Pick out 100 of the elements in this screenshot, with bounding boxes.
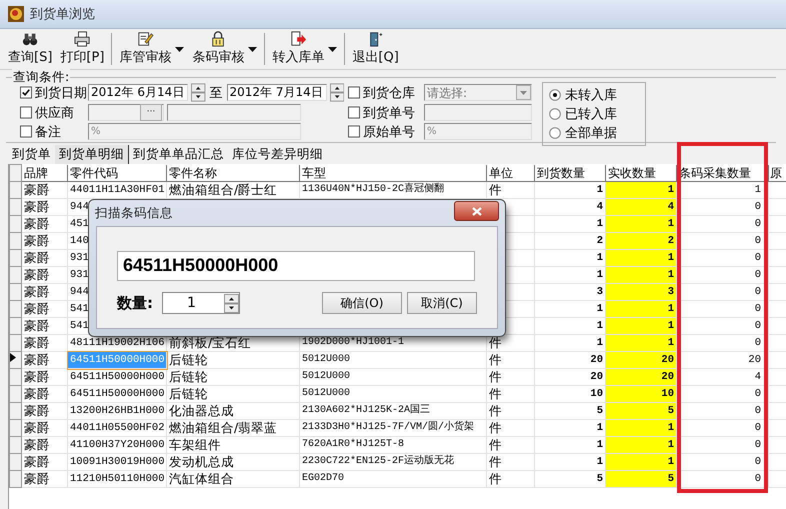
unchecked-checkbox[interactable] (348, 125, 360, 138)
toolbar-button[interactable]: 查询[S] (4, 29, 56, 69)
table-cell: 1 (534, 454, 606, 470)
table-cell: 车架组件 (166, 436, 300, 454)
table-cell: 5 (606, 470, 676, 488)
table-cell: 燃油箱组合/翡翠蓝 (166, 420, 300, 436)
date-field[interactable]: 2012年 6月14日 (88, 84, 188, 101)
quantity-field[interactable]: 1 (162, 292, 240, 314)
row-indicator[interactable] (10, 402, 22, 420)
spinner-control[interactable] (330, 83, 344, 102)
toolbar-button[interactable]: 条码审核 (188, 29, 248, 69)
table-cell: 豪爵 (22, 318, 68, 334)
toolbar-button[interactable]: 转入库单 (268, 29, 328, 69)
table-cell: 件 (486, 352, 534, 368)
date-field[interactable]: 2012年 7月14日 (226, 84, 327, 101)
table-cell: 1 (534, 250, 606, 266)
column-header: 到货数量 (534, 164, 606, 182)
current-row-indicator[interactable] (10, 352, 22, 368)
caret-icon[interactable] (328, 46, 338, 52)
row-indicator[interactable] (10, 318, 22, 334)
unselected-radio[interactable] (549, 108, 561, 120)
toolbar-button[interactable]: 退出[Q] (348, 29, 403, 69)
table-cell: 豪爵 (22, 284, 68, 300)
tab[interactable]: 库位号差异明细 (228, 145, 327, 164)
toolbar-button[interactable]: 库管审核 (115, 29, 176, 69)
unchecked-checkbox[interactable] (20, 106, 32, 119)
table-cell: 后链轮 (166, 368, 300, 386)
barcode-field[interactable]: 64511H50000H000 (117, 251, 475, 281)
pointer-arrow-icon (10, 353, 16, 362)
close-button[interactable] (454, 201, 499, 221)
browse-button[interactable]: ··· (140, 104, 162, 121)
table-cell: 1 (534, 266, 606, 284)
tab[interactable]: 到货单明细 (55, 145, 129, 164)
table-cell: 11210H50110H000 (68, 470, 166, 488)
selected-radio[interactable] (549, 89, 561, 101)
field-label: 到货日期 (34, 84, 88, 102)
caret-icon[interactable] (248, 46, 258, 52)
pen-document-icon (136, 31, 155, 47)
spinner-control[interactable] (191, 83, 206, 102)
tab[interactable]: 到货单单品汇总 (129, 145, 228, 164)
row-indicator[interactable] (10, 198, 22, 216)
table-cell: 豪爵 (22, 182, 68, 198)
unchecked-checkbox[interactable] (348, 106, 360, 119)
table-cell: 1 (534, 420, 606, 436)
field-label: 备注 (34, 124, 62, 140)
unchecked-checkbox[interactable] (20, 125, 32, 138)
table-cell: 1 (534, 334, 606, 352)
table-cell: 5012U000 (300, 352, 486, 368)
table-cell: 豪爵 (22, 334, 68, 352)
field-label: 到货仓库 (362, 84, 416, 102)
table-cell: 3 (534, 284, 606, 300)
table-cell: 豪爵 (22, 232, 68, 250)
table-cell: 发动机总成 (166, 454, 300, 470)
table-cell: 豪爵 (22, 368, 68, 386)
supplier-code-field[interactable]: ··· (88, 104, 164, 121)
table-cell: 20 (606, 368, 676, 386)
input-field[interactable] (424, 104, 532, 121)
row-indicator[interactable] (10, 300, 22, 318)
table-cell: 5012U000 (300, 386, 486, 402)
row-indicator[interactable] (10, 250, 22, 266)
field-label: 供应商 (34, 104, 75, 122)
cancel-button[interactable]: 取消(C) (407, 292, 477, 314)
radio-option[interactable]: 未转入库 (549, 86, 639, 104)
table-cell: 1 (534, 300, 606, 318)
row-indicator[interactable] (10, 232, 22, 250)
checked-checkbox[interactable] (20, 86, 32, 99)
table-cell: 件 (486, 182, 534, 198)
table-cell: 4 (534, 198, 606, 216)
table-cell: 5 (534, 470, 606, 488)
row-indicator[interactable] (10, 182, 22, 198)
row-indicator[interactable] (10, 284, 22, 300)
warehouse-dropdown[interactable]: 请选择: (424, 84, 532, 101)
table-cell: 后链轮 (166, 352, 300, 368)
tab[interactable]: 到货单 (8, 145, 55, 164)
table-cell: 件 (486, 470, 534, 488)
table-cell: 2 (534, 232, 606, 250)
caret-icon[interactable] (175, 46, 184, 52)
table-cell: 豪爵 (22, 454, 68, 470)
table-cell: 豪爵 (22, 436, 68, 454)
row-indicator[interactable] (10, 470, 22, 488)
unchecked-checkbox[interactable] (348, 86, 360, 99)
row-indicator[interactable] (10, 386, 22, 402)
unselected-radio[interactable] (549, 127, 561, 139)
confirm-button[interactable]: 确信(O) (322, 292, 402, 314)
binoculars-icon (20, 31, 40, 47)
toolbar-button[interactable]: 打印[P] (56, 29, 108, 69)
table-cell: 1 (606, 420, 676, 436)
dropdown-field[interactable]: 请选择: (427, 86, 507, 100)
row-indicator[interactable] (10, 420, 22, 436)
radio-option[interactable]: 已转入库 (549, 105, 639, 123)
field-label: 到货单号 (362, 104, 416, 122)
row-indicator[interactable] (10, 436, 22, 454)
row-indicator[interactable] (10, 454, 22, 470)
table-cell: 1 (606, 454, 676, 470)
radio-option[interactable]: 全部单据 (549, 124, 639, 142)
table-cell: 豪爵 (22, 300, 68, 318)
supplier-name-field[interactable] (167, 104, 301, 121)
row-indicator[interactable] (10, 266, 22, 284)
row-indicator[interactable] (10, 216, 22, 232)
spinner-control[interactable] (224, 294, 239, 312)
